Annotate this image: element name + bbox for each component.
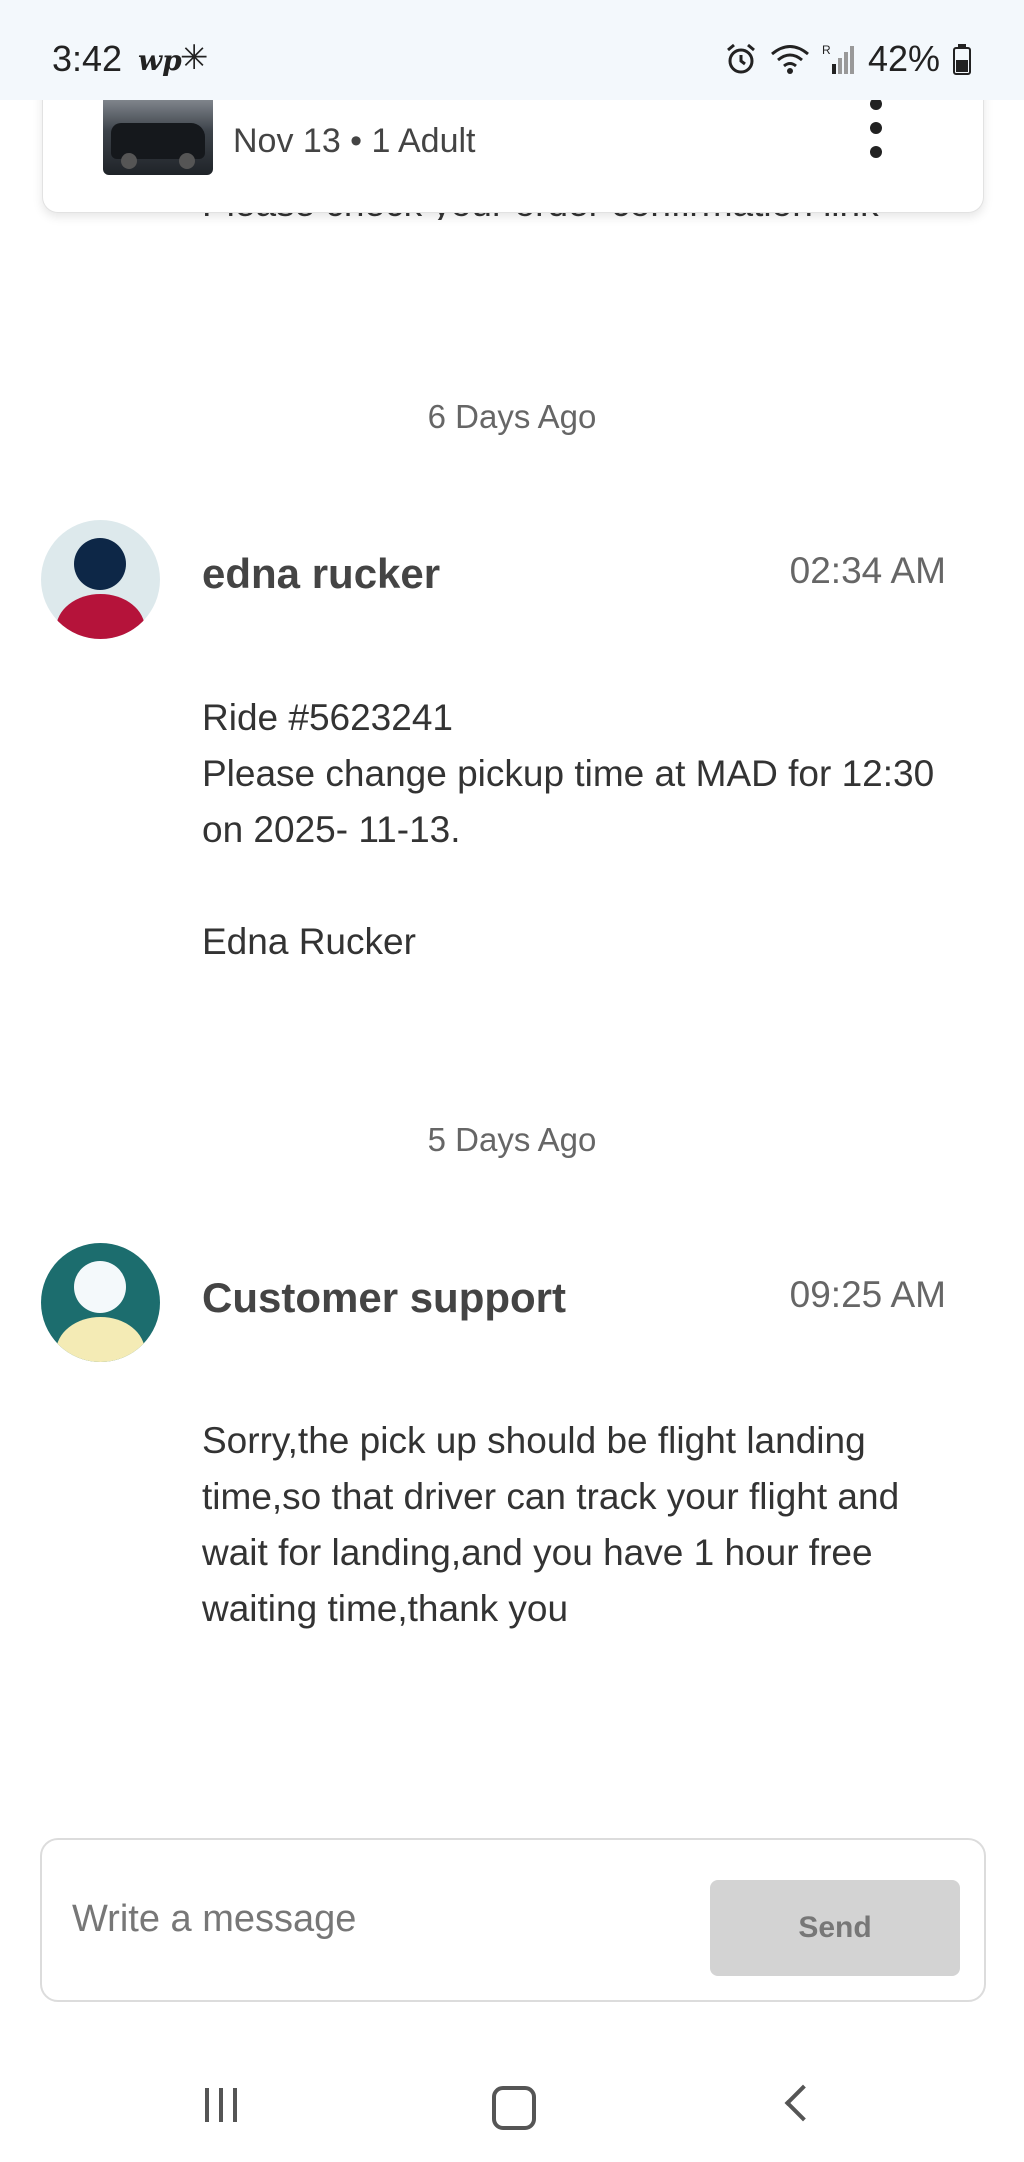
status-time: 3:42 (52, 38, 123, 79)
date-separator: 5 Days Ago (427, 1121, 597, 1158)
date-separator: 6 Days Ago (427, 398, 597, 435)
message-sender: Customer support (202, 1274, 567, 1321)
back-icon[interactable] (784, 2084, 822, 2122)
avatar (41, 520, 160, 639)
wifi-icon (770, 45, 809, 74)
message-composer: Send (40, 1838, 986, 2002)
avatar (41, 1243, 160, 1362)
more-options-icon[interactable] (869, 98, 883, 158)
alarm-icon (726, 43, 755, 74)
recents-icon[interactable] (205, 2088, 237, 2122)
home-icon[interactable] (492, 2086, 536, 2130)
message-input[interactable] (70, 1878, 694, 1960)
message-time: 09:25 AM (789, 1274, 946, 1315)
washington-post-icon: wp (138, 44, 182, 77)
message-sender: edna rucker (202, 550, 441, 597)
system-nav-bar (0, 2040, 1024, 2162)
ride-date-passengers: Nov 13 • 1 Adult (233, 122, 476, 160)
walmart-spark-icon: ✳ (180, 39, 209, 77)
battery-percent: 42% (867, 38, 940, 79)
message-body: Sorry,the pick up should be flight landi… (202, 1420, 900, 1629)
message-time: 02:34 AM (789, 550, 946, 591)
message-body: Ride #5623241 Please change pickup time … (202, 697, 935, 962)
signal-icon: R (822, 43, 854, 74)
send-button[interactable]: Send (710, 1880, 960, 1976)
status-right-cluster: R 42% (724, 38, 972, 80)
status-bar: 3:42 wp ✳ R 42% (0, 0, 1024, 100)
svg-text:R: R (822, 43, 831, 57)
vehicle-thumbnail (103, 95, 213, 175)
battery-icon (953, 44, 971, 75)
